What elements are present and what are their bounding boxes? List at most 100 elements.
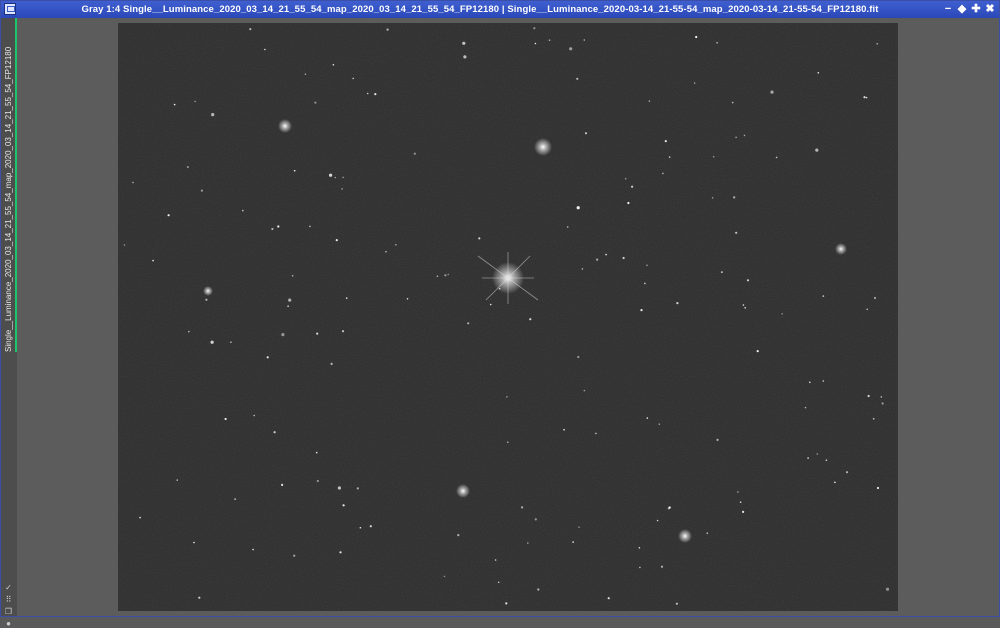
- faint-star: [548, 39, 551, 41]
- faint-star: [737, 491, 739, 493]
- bright-star: [534, 138, 552, 156]
- circle-icon[interactable]: ●: [4, 619, 13, 628]
- faint-star: [735, 136, 737, 139]
- faint-star: [660, 565, 664, 568]
- faint-star: [395, 244, 397, 246]
- faint-star: [867, 394, 870, 398]
- window-title: Gray 1:4 Single__Luminance_2020_03_14_21…: [81, 4, 879, 15]
- faint-star: [210, 340, 214, 344]
- faint-star: [462, 41, 466, 45]
- faint-star: [721, 271, 723, 273]
- faint-star: [200, 189, 203, 192]
- faint-star: [572, 541, 574, 543]
- faint-star: [712, 155, 715, 158]
- faint-star: [646, 264, 648, 267]
- faint-star: [329, 173, 333, 177]
- faint-star: [359, 526, 362, 529]
- sidebar-tools: ✓ ⠿ ❐ ●: [4, 583, 13, 628]
- faint-star: [293, 554, 296, 557]
- faint-star: [467, 322, 470, 325]
- faint-star: [369, 525, 372, 528]
- faint-star: [198, 596, 201, 599]
- minimize-icon[interactable]: −: [943, 2, 953, 16]
- copy-icon[interactable]: ❐: [4, 607, 13, 616]
- close-icon[interactable]: ✖: [985, 2, 995, 16]
- faint-star: [648, 100, 651, 102]
- faint-star: [366, 92, 369, 95]
- faint-star: [457, 534, 460, 537]
- faint-star: [167, 214, 170, 217]
- bright-star: [835, 243, 847, 255]
- faint-star: [211, 113, 215, 117]
- view-tab-label[interactable]: Single__Luminance_2020_03_14_21_55_54_ma…: [3, 47, 15, 352]
- faint-star: [152, 259, 154, 262]
- faint-star: [569, 47, 573, 51]
- checkmark-icon[interactable]: ✓: [4, 583, 13, 592]
- faint-star: [494, 559, 497, 561]
- faint-star: [374, 93, 377, 96]
- faint-star: [291, 275, 294, 277]
- faint-star: [743, 134, 746, 137]
- bright-star: [456, 484, 470, 498]
- faint-star: [224, 417, 227, 421]
- faint-star: [885, 587, 890, 591]
- faint-star: [335, 239, 338, 242]
- faint-star: [817, 72, 820, 74]
- astro-image[interactable]: [118, 23, 898, 611]
- faint-star: [605, 253, 607, 256]
- faint-star: [881, 402, 884, 405]
- faint-star: [756, 350, 759, 353]
- faint-star: [334, 176, 336, 179]
- faint-star: [506, 396, 508, 398]
- faint-star: [314, 101, 317, 104]
- faint-star: [413, 152, 416, 155]
- title-bar[interactable]: Gray 1:4 Single__Luminance_2020_03_14_21…: [1, 1, 999, 18]
- image-viewport[interactable]: [17, 18, 999, 616]
- faint-star: [675, 602, 679, 605]
- faint-star: [706, 532, 709, 534]
- faint-star: [194, 100, 196, 103]
- faint-star: [252, 548, 254, 551]
- faint-star: [866, 308, 868, 311]
- faint-star: [341, 188, 343, 190]
- window-icon[interactable]: [4, 3, 16, 15]
- faint-star: [230, 341, 232, 344]
- faint-star: [863, 96, 866, 99]
- faint-star: [668, 156, 671, 158]
- faint-star: [266, 356, 269, 359]
- faint-star: [578, 526, 580, 528]
- maximize-icon[interactable]: ✚: [971, 2, 981, 16]
- faint-star: [742, 510, 745, 513]
- shade-icon[interactable]: ◆: [957, 2, 967, 16]
- faint-star: [337, 486, 341, 490]
- faint-star: [293, 169, 296, 172]
- faint-star: [825, 459, 828, 462]
- faint-star: [656, 519, 659, 522]
- faint-star: [731, 101, 734, 104]
- faint-star: [816, 453, 819, 455]
- faint-star: [631, 185, 634, 188]
- faint-star: [315, 451, 318, 454]
- faint-star: [576, 77, 579, 80]
- faint-star: [845, 471, 849, 474]
- faint-star: [809, 381, 811, 384]
- faint-star: [716, 42, 718, 44]
- faint-star: [345, 297, 348, 299]
- faint-star: [742, 304, 745, 306]
- faint-star: [744, 307, 746, 309]
- faint-star: [385, 250, 387, 253]
- faint-star: [658, 423, 661, 426]
- faint-star: [478, 237, 481, 240]
- faint-star: [822, 295, 825, 297]
- faint-star: [498, 287, 501, 290]
- faint-star: [249, 28, 252, 31]
- faint-star: [463, 55, 467, 59]
- faint-star: [188, 330, 190, 333]
- faint-star: [676, 302, 679, 305]
- grid-icon[interactable]: ⠿: [4, 595, 13, 604]
- faint-star: [132, 181, 134, 184]
- faint-star: [443, 575, 446, 578]
- faint-star: [342, 504, 345, 507]
- faint-star: [386, 28, 389, 31]
- faint-star: [176, 479, 178, 481]
